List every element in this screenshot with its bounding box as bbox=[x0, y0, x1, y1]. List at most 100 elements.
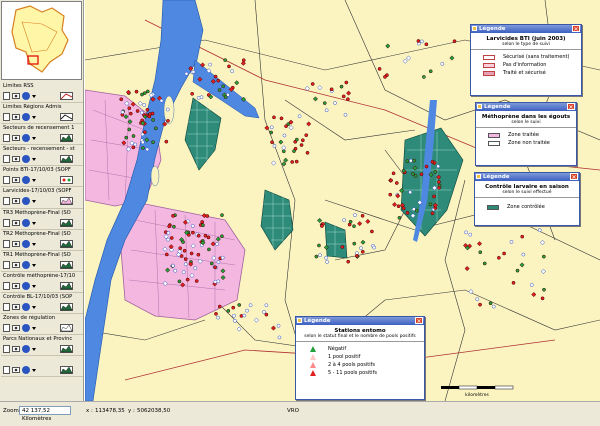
visibility-checkbox[interactable] bbox=[3, 366, 10, 375]
visibility-checkbox[interactable] bbox=[3, 281, 10, 290]
zoom-field[interactable]: 42 137,52 Kilomètres bbox=[19, 406, 71, 422]
info-icon[interactable] bbox=[22, 218, 30, 227]
chevron-down-icon[interactable] bbox=[32, 197, 36, 205]
legend-stations[interactable]: Légende ✕ Stations entomo selon le statu… bbox=[295, 316, 425, 400]
info-icon[interactable] bbox=[22, 345, 30, 354]
visibility-checkbox[interactable] bbox=[3, 260, 10, 269]
legend-titlebar[interactable]: Légende ✕ bbox=[296, 317, 424, 325]
station-marker bbox=[131, 134, 136, 138]
chevron-down-icon[interactable] bbox=[32, 134, 36, 142]
visibility-checkbox[interactable] bbox=[3, 218, 10, 227]
visibility-checkbox[interactable] bbox=[3, 113, 10, 122]
legend-titlebar[interactable]: Légende ✕ bbox=[476, 103, 576, 111]
chevron-down-icon[interactable] bbox=[32, 219, 36, 227]
station-marker bbox=[143, 114, 147, 119]
eye-icon[interactable] bbox=[12, 303, 20, 311]
layer-item[interactable]: Zones de régulation bbox=[1, 314, 83, 336]
station-marker bbox=[119, 97, 124, 102]
eye-icon[interactable] bbox=[12, 197, 20, 205]
station-marker bbox=[322, 101, 327, 105]
info-icon[interactable] bbox=[22, 239, 30, 248]
info-icon[interactable] bbox=[22, 176, 30, 185]
layer-item[interactable]: Contrôle méthoprène-17/10 bbox=[1, 272, 83, 293]
layer-item[interactable]: Secteurs - recensement - st bbox=[1, 145, 83, 167]
eye-icon[interactable] bbox=[12, 324, 20, 332]
info-icon[interactable] bbox=[22, 324, 30, 333]
chevron-down-icon[interactable] bbox=[32, 324, 36, 332]
eye-icon[interactable] bbox=[12, 261, 20, 269]
close-icon[interactable]: ✕ bbox=[567, 103, 575, 111]
eye-icon[interactable] bbox=[12, 155, 20, 163]
eye-icon[interactable] bbox=[12, 366, 20, 374]
chevron-down-icon[interactable] bbox=[32, 113, 36, 121]
eye-icon[interactable] bbox=[12, 134, 20, 142]
station-marker bbox=[200, 220, 205, 224]
legend-titlebar[interactable]: Légende ✕ bbox=[475, 173, 579, 181]
info-icon[interactable] bbox=[22, 260, 30, 269]
visibility-checkbox[interactable] bbox=[3, 134, 10, 143]
eye-icon[interactable] bbox=[12, 240, 20, 248]
layer-item[interactable]: TR3 Méthoprène-Final (SO bbox=[1, 209, 83, 230]
info-icon[interactable] bbox=[22, 197, 30, 206]
info-icon[interactable] bbox=[22, 92, 30, 100]
map-canvas[interactable]: kilomètres N Légende ✕ Larvicides BTI (j… bbox=[85, 0, 600, 401]
station-marker bbox=[515, 268, 520, 273]
layer-item[interactable]: Contrôle BL-17/10/03 (SOP bbox=[1, 293, 83, 315]
layer-item[interactable]: Points BTI-17/10/03 (SOPF bbox=[1, 166, 83, 188]
visibility-checkbox[interactable] bbox=[3, 155, 10, 164]
info-icon[interactable] bbox=[22, 281, 30, 290]
chevron-down-icon[interactable] bbox=[32, 303, 36, 311]
visibility-checkbox[interactable] bbox=[3, 345, 10, 354]
chevron-down-icon[interactable] bbox=[32, 240, 36, 248]
visibility-checkbox[interactable] bbox=[3, 92, 10, 100]
station-marker bbox=[424, 42, 429, 47]
layer-item[interactable]: Larvicides-17/10/03 (SOPF bbox=[1, 187, 83, 209]
legend-subheading: selon le suivi bbox=[511, 120, 541, 125]
info-icon[interactable] bbox=[22, 366, 30, 375]
station-marker bbox=[394, 181, 399, 185]
layer-item[interactable]: TR1 Méthoprène-Final (SO bbox=[1, 251, 83, 272]
layer-item[interactable] bbox=[1, 356, 83, 378]
visibility-checkbox[interactable] bbox=[3, 324, 10, 333]
legend-larvicides[interactable]: Légende ✕ Larvicides BTI (juin 2003) sel… bbox=[470, 24, 582, 96]
chevron-down-icon[interactable] bbox=[32, 155, 36, 163]
eye-icon[interactable] bbox=[12, 282, 20, 290]
chevron-down-icon[interactable] bbox=[32, 92, 36, 100]
station-marker bbox=[377, 67, 382, 71]
eye-icon[interactable] bbox=[12, 92, 20, 100]
window-icon bbox=[297, 318, 302, 323]
layer-item[interactable]: Secteurs de recensement 1 bbox=[1, 124, 83, 146]
legend-titlebar[interactable]: Légende ✕ bbox=[471, 25, 581, 33]
visibility-checkbox[interactable] bbox=[3, 197, 10, 206]
info-icon[interactable] bbox=[22, 155, 30, 164]
chevron-down-icon[interactable] bbox=[32, 176, 36, 184]
info-icon[interactable] bbox=[22, 302, 30, 311]
layer-item[interactable]: Limites RSS bbox=[1, 82, 83, 104]
close-icon[interactable]: ✕ bbox=[415, 317, 423, 325]
layer-item[interactable]: Parcs Nationaux et Provinc bbox=[1, 335, 83, 357]
close-icon[interactable]: ✕ bbox=[572, 25, 580, 33]
visibility-checkbox[interactable] bbox=[3, 176, 10, 185]
legend-item: 2 à 4 pools positifs bbox=[296, 361, 424, 369]
chevron-down-icon[interactable] bbox=[32, 366, 36, 374]
visibility-checkbox[interactable] bbox=[3, 239, 10, 248]
close-icon[interactable]: ✕ bbox=[570, 173, 578, 181]
chevron-down-icon[interactable] bbox=[32, 282, 36, 290]
info-icon[interactable] bbox=[22, 134, 30, 143]
layer-item[interactable]: TR2 Méthoprène-Final (SO bbox=[1, 230, 83, 251]
legend-methoprene[interactable]: Légende ✕ Méthoprène dans les égouts sel… bbox=[475, 102, 577, 166]
visibility-checkbox[interactable] bbox=[3, 302, 10, 311]
station-marker bbox=[414, 208, 419, 213]
legend-controle[interactable]: Légende ✕ Contrôle larvaire en saison se… bbox=[474, 172, 580, 226]
layer-item[interactable]: Limites Régions Admis bbox=[1, 103, 83, 125]
chevron-down-icon[interactable] bbox=[32, 261, 36, 269]
info-icon[interactable] bbox=[22, 113, 30, 122]
eye-icon[interactable] bbox=[12, 345, 20, 353]
eye-icon[interactable] bbox=[12, 219, 20, 227]
station-marker bbox=[220, 213, 224, 217]
station-marker bbox=[196, 233, 201, 238]
eye-icon[interactable] bbox=[12, 113, 20, 121]
overview-map[interactable] bbox=[1, 1, 82, 80]
chevron-down-icon[interactable] bbox=[32, 345, 36, 353]
eye-icon[interactable] bbox=[12, 176, 20, 184]
